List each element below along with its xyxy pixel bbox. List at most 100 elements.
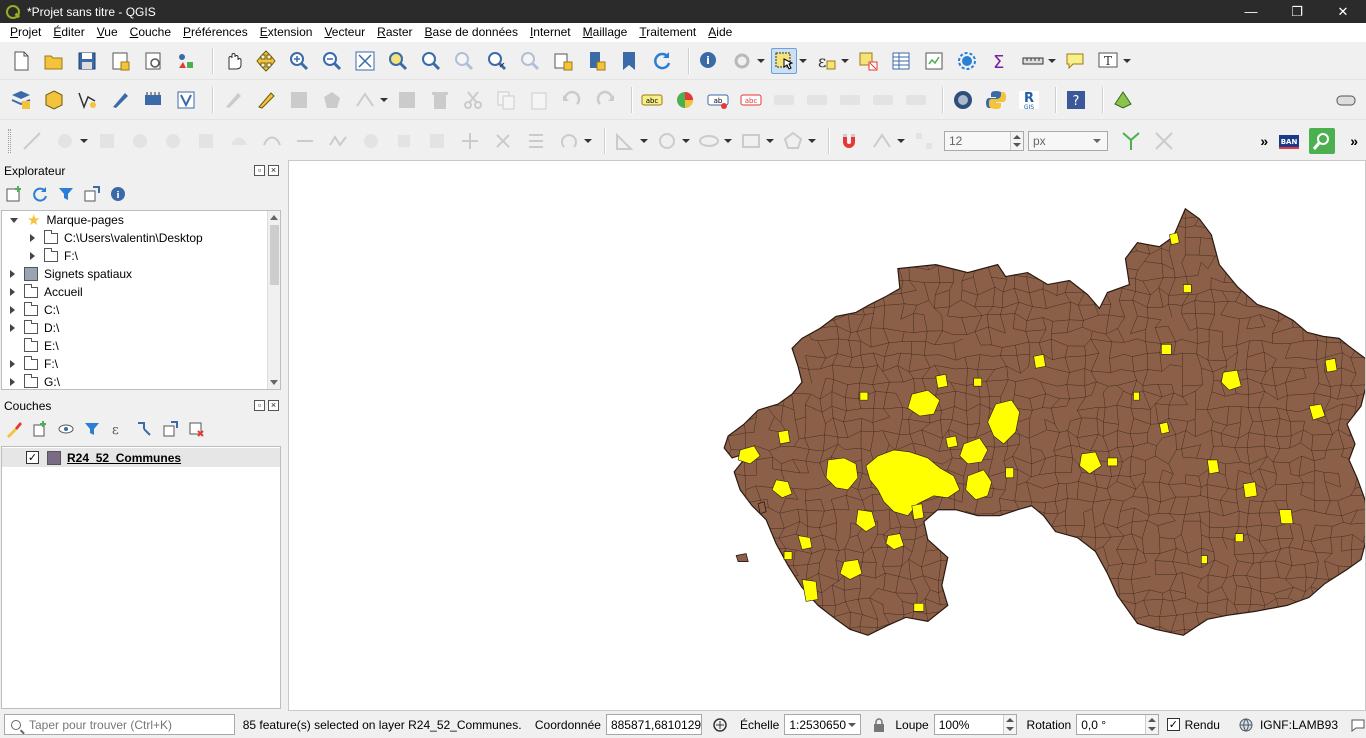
expand-arrow-icon[interactable] [10,324,15,332]
pan-map-icon[interactable] [220,48,246,74]
map-tips-icon[interactable] [1062,48,1088,74]
shape-digitize-dropdown-icon[interactable] [640,138,648,143]
change-label-icon[interactable] [903,87,929,113]
r-gis-icon[interactable]: R GIS [1016,87,1042,113]
browser-scrollbar[interactable] [267,211,280,389]
tree-item-drive-f[interactable]: F:\ [2,355,280,373]
add-circle-dropdown-icon[interactable] [682,138,690,143]
crs-globe-icon[interactable] [1238,717,1254,733]
messages-icon[interactable] [1350,717,1366,733]
coordinate-toggle-icon[interactable] [712,717,728,733]
browser-tree[interactable]: ★ Marque-pages C:\Users\valentin\Desktop… [1,210,281,390]
delete-part-icon[interactable] [193,128,219,154]
render-checkbox[interactable]: ✓ [1167,718,1180,731]
offset-curve-icon[interactable] [259,128,285,154]
magnifier-field[interactable]: 100% [933,714,1017,735]
self-snapping-icon[interactable] [1151,128,1177,154]
paste-features-icon[interactable] [526,87,552,113]
tree-item-bookmark-f[interactable]: F:\ [2,247,280,265]
undo-icon[interactable] [559,87,585,113]
identify-features-icon[interactable]: i [696,48,722,74]
add-group-icon[interactable] [30,419,50,439]
new-3d-view-icon[interactable] [583,48,609,74]
toolbar-grip-icon[interactable] [8,128,11,153]
layout-manager-icon[interactable] [140,48,166,74]
zoom-to-layer-icon[interactable] [418,48,444,74]
toggle-label-display-icon[interactable]: abc [738,87,764,113]
expand-arrow-icon[interactable] [30,234,35,242]
scale-lock-icon[interactable] [871,717,887,733]
delete-ring-icon[interactable] [160,128,186,154]
processing-toolbox-icon[interactable] [954,48,980,74]
zoom-to-selection-icon[interactable] [385,48,411,74]
browser-refresh-icon[interactable] [30,184,50,204]
add-ellipse-icon[interactable] [696,128,722,154]
run-action-dropdown-icon[interactable] [757,58,765,63]
snap-advanced-icon[interactable] [911,128,937,154]
layer-labeling-icon[interactable]: abc [639,87,665,113]
deselect-all-icon[interactable] [855,48,881,74]
expand-all-icon[interactable] [134,419,154,439]
vertex-tool-icon[interactable] [352,87,378,113]
current-edits-icon[interactable] [220,87,246,113]
expand-arrow-icon[interactable] [30,252,35,260]
add-polygon-icon[interactable] [319,87,345,113]
layer-styling-icon[interactable] [4,419,24,439]
select-by-expression-dropdown-icon[interactable] [841,58,849,63]
zoom-out-icon[interactable] [319,48,345,74]
expand-arrow-icon[interactable] [10,288,15,296]
snapping-tolerance-spinner-icon[interactable] [1010,131,1023,150]
filter-by-expression-icon[interactable]: ε [108,419,128,439]
zoom-full-icon[interactable] [352,48,378,74]
layers-tree[interactable]: ✓ R24_52_Communes [1,446,281,709]
crs-label[interactable]: IGNF:LAMB93 [1260,718,1338,732]
menu-projet[interactable]: Projet [4,23,47,42]
new-spatialite-layer-icon[interactable] [173,87,199,113]
browser-info-icon[interactable]: i [108,184,128,204]
maximize-button[interactable]: ❐ [1274,0,1320,23]
expand-arrow-icon[interactable] [10,270,15,278]
snapping-unit-select[interactable]: px [1028,130,1108,151]
copy-features-icon[interactable] [493,87,519,113]
add-circle-icon[interactable] [654,128,680,154]
georeferencer-icon[interactable] [1110,87,1136,113]
rotate-label-icon[interactable] [870,87,896,113]
menu-aide[interactable]: Aide [702,23,738,42]
browser-close-button[interactable]: × [268,165,279,176]
style-manager-icon[interactable] [173,48,199,74]
snap-type-dropdown-icon[interactable] [897,138,905,143]
collapse-all-layers-icon[interactable] [160,419,180,439]
add-ring-icon[interactable] [52,128,78,154]
spatial-bookmarks-icon[interactable] [616,48,642,74]
snapping-magnet-icon[interactable] [836,128,862,154]
menu-maillage[interactable]: Maillage [577,23,634,42]
select-features-icon[interactable] [771,47,797,74]
layers-close-button[interactable]: × [268,400,279,411]
offset-point-symbol-icon[interactable] [490,128,516,154]
add-regular-polygon-icon[interactable] [780,128,806,154]
tree-item-desktop[interactable]: C:\Users\valentin\Desktop [2,229,280,247]
gamepad-icon[interactable] [1333,87,1359,113]
fill-ring-icon[interactable] [127,128,153,154]
save-project-icon[interactable] [74,48,100,74]
merge-features-icon[interactable] [424,128,450,154]
tree-item-drive-c[interactable]: C:\ [2,301,280,319]
tree-item-home[interactable]: Accueil [2,283,280,301]
new-map-view-icon[interactable] [550,48,576,74]
scale-dropdown-icon[interactable] [848,723,857,727]
add-regular-polygon-dropdown-icon[interactable] [808,138,816,143]
scroll-down-icon[interactable] [270,380,278,385]
snapping-tolerance-input[interactable]: 12 [944,130,1024,151]
open-project-icon[interactable] [41,48,67,74]
measure-dropdown-icon[interactable] [1048,58,1056,63]
annotation-dropdown-icon[interactable] [1123,58,1131,63]
menu-internet[interactable]: Internet [524,23,577,42]
select-by-expression-icon[interactable]: ε [813,48,839,74]
menu-extension[interactable]: Extension [254,23,319,42]
highlight-pinned-labels-icon[interactable]: ab [705,87,731,113]
layer-row[interactable]: ✓ R24_52_Communes [2,448,280,467]
cut-features-icon[interactable] [460,87,486,113]
digitize-segment-icon[interactable] [19,128,45,154]
locator-search-input[interactable]: Taper pour trouver (Ctrl+K) [4,714,235,735]
menu-couche[interactable]: Couche [124,23,177,42]
